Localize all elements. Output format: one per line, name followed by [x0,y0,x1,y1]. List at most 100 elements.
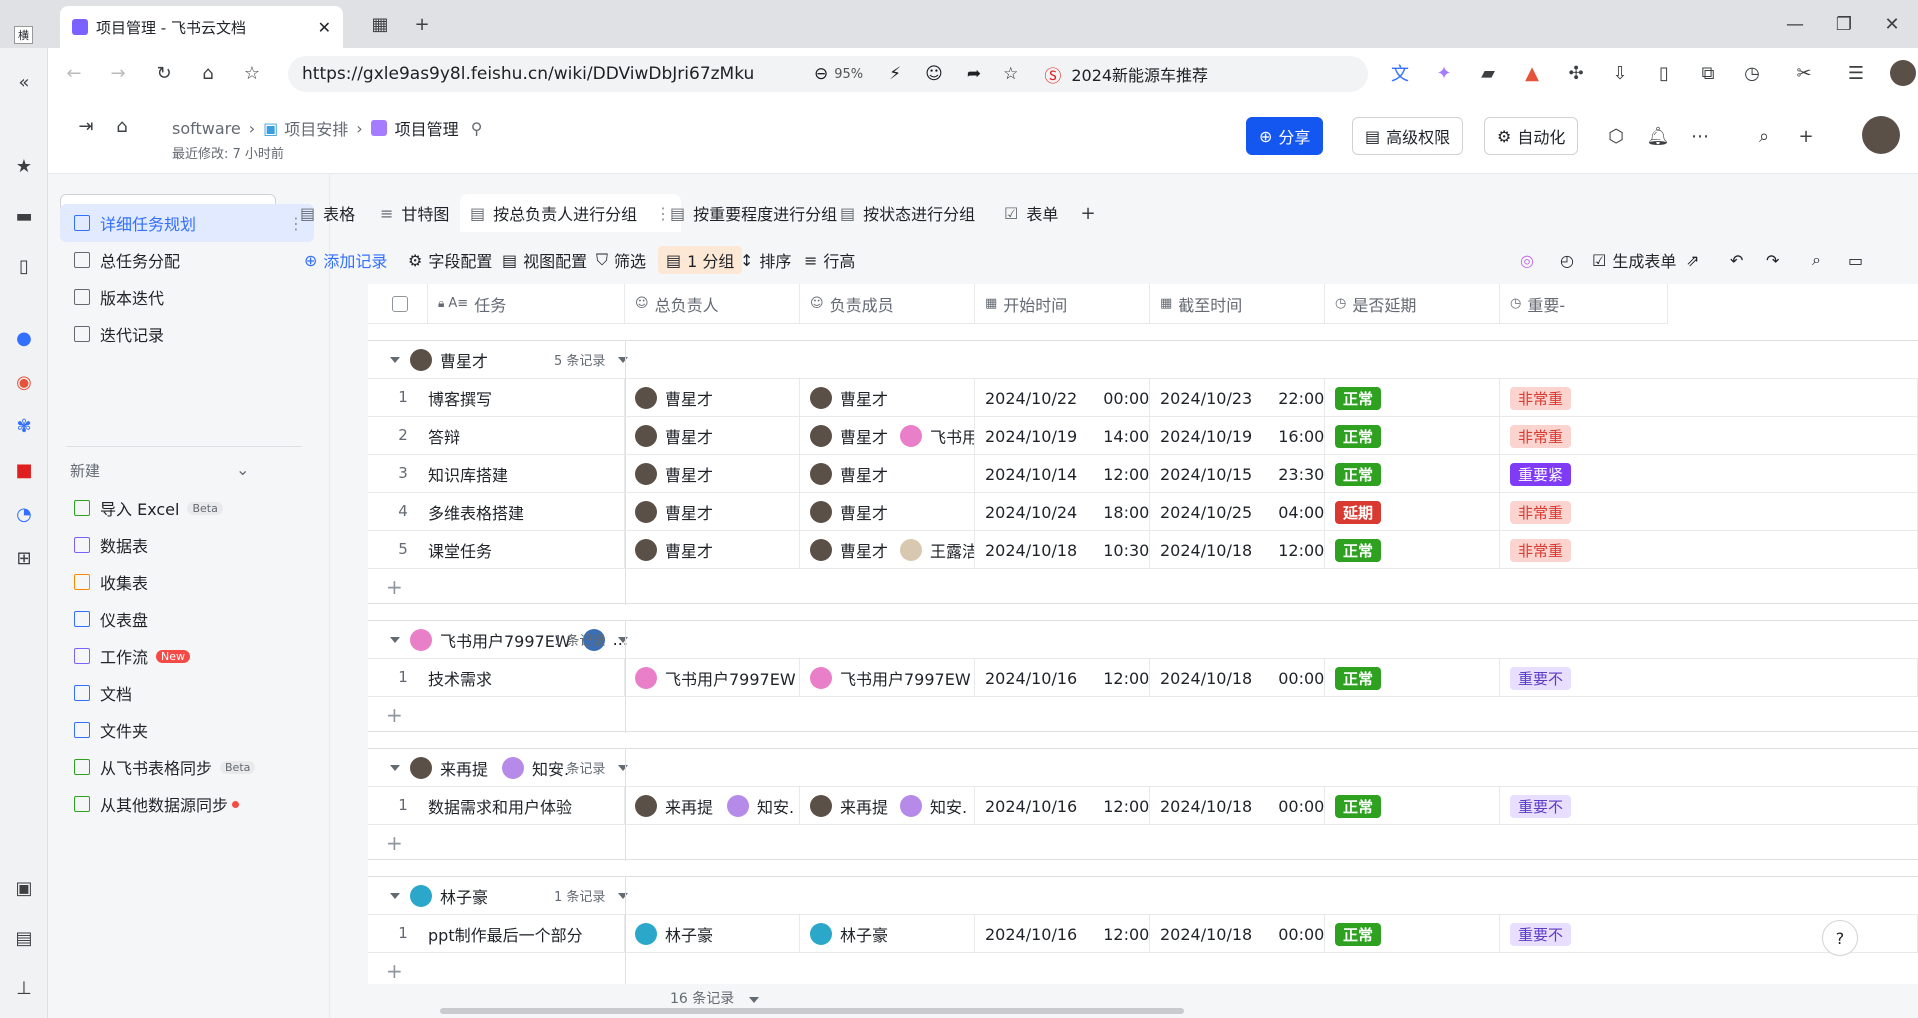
share-button[interactable]: ⊕ 分享 [1246,117,1324,155]
translate-icon[interactable]: 文 [1388,61,1412,85]
status-cell[interactable]: 正常 [1325,379,1500,417]
tab-view[interactable]: ☑ 表单 [994,194,1068,232]
find-icon[interactable]: ⌕ [1812,246,1821,274]
profile-avatar[interactable] [1890,60,1916,86]
ai-ring-icon[interactable]: ◎ [1520,246,1534,274]
owner-cell[interactable]: 飞书用户7997EW [625,659,800,697]
tab-search-icon[interactable]: ▦ [368,12,392,36]
start-time-cell[interactable]: 2024/10/19 14:00 [975,417,1150,455]
create-item[interactable]: 文档 [60,674,314,712]
reload-icon[interactable]: ↻ [152,61,176,85]
create-item[interactable]: 工作流 New [60,637,314,675]
members-cell[interactable]: 曹星才 飞书用... [800,417,975,455]
sidebar-item-table[interactable]: 总任务分配 [60,241,314,279]
pdf-icon[interactable]: ▲ [1520,61,1544,85]
column-header[interactable]: ▦ 截至时间 [1150,284,1325,324]
create-item[interactable]: 收集表 [60,563,314,601]
table-row[interactable]: 4 多维表格搭建 曹星才 曹星才 2024/10/24 18:00 2024/10/25 04… [368,493,1918,531]
crumb-software[interactable]: software [172,119,241,138]
tab-view[interactable]: ▤ 表格 [290,194,365,232]
owner-cell[interactable]: 曹星才 [625,379,800,417]
row-height-button[interactable]: ≡ 行高 [804,246,855,274]
status-cell[interactable]: 正常 [1325,659,1500,697]
column-header[interactable]: 🔒︎ A≡ 任务 [428,284,625,324]
end-time-cell[interactable]: 2024/10/18 00:00 [1150,659,1325,697]
priority-cell[interactable]: 重要紧 [1500,455,1918,493]
task-cell[interactable]: 课堂任务 [428,531,625,569]
add-row-button[interactable]: + [368,697,1918,733]
add-row-button[interactable]: + [368,825,1918,861]
outline-toggle-icon[interactable]: ⇥ [74,114,98,138]
members-cell[interactable]: 曹星才 [800,379,975,417]
bolt-icon[interactable]: ⚡ [889,64,901,84]
robot-icon[interactable]: ☺ [925,64,943,84]
column-header[interactable]: ▦ 开始时间 [975,284,1150,324]
task-cell[interactable]: 知识库搭建 [428,455,625,493]
forward-icon[interactable]: → [106,61,130,85]
owner-cell[interactable]: 来再提 知安. [625,787,800,825]
sidebar-item-table[interactable]: 版本迭代 [60,278,314,316]
search-suggestion[interactable]: 2024新能源车推荐 [1071,62,1208,86]
status-cell[interactable]: 延期 [1325,493,1500,531]
priority-cell[interactable]: 重要不 [1500,659,1918,697]
menu-icon[interactable]: ☰ [1844,61,1868,85]
phone-icon[interactable]: ▯ [1652,61,1676,85]
select-all-checkbox[interactable] [392,295,408,312]
priority-cell[interactable]: 重要不 [1500,787,1918,825]
group-menu-icon[interactable] [618,356,628,363]
task-cell[interactable]: 博客撰写 [428,379,625,417]
column-header[interactable]: ◷ 重要- [1500,284,1668,324]
status-cell[interactable]: 正常 [1325,455,1500,493]
back-icon[interactable]: ← [62,61,86,85]
color-app-icon[interactable]: ◉ [12,370,36,394]
group-header[interactable]: 曹星才 5 条记录 [368,341,1918,379]
owner-cell[interactable]: 曹星才 [625,493,800,531]
start-time-cell[interactable]: 2024/10/14 12:00 [975,455,1150,493]
create-item[interactable]: 仪表盘 [60,600,314,638]
advanced-permission-button[interactable]: ▤ 高级权限 [1352,117,1464,155]
status-cell[interactable]: 正常 [1325,417,1500,455]
task-cell[interactable]: 多维表格搭建 [428,493,625,531]
folder-icon[interactable]: ▬ [12,204,36,228]
owner-cell[interactable]: 曹星才 [625,455,800,493]
tab-view[interactable]: ≡ 甘特图 [370,194,459,232]
table-row[interactable]: 5 课堂任务 曹星才 曹星才 王露洁 2024/10/18 10:30 2024/10/18 1… [368,531,1918,569]
share-view-icon[interactable]: ⇗ [1686,246,1699,274]
restore-icon[interactable]: ❐ [1832,12,1856,36]
group-header[interactable]: 来再提 知安. 1 条记录 [368,749,1918,787]
members-cell[interactable]: 来再提 知安. [800,787,975,825]
status-cell[interactable]: 正常 [1325,531,1500,569]
priority-cell[interactable]: 非常重 [1500,493,1918,531]
group-collapse-icon[interactable] [390,356,400,363]
record-total[interactable]: 16 条记录 [670,988,769,1008]
generate-form-button[interactable]: ☑ 生成表单 [1592,246,1676,274]
start-time-cell[interactable]: 2024/10/18 10:30 [975,531,1150,569]
end-time-cell[interactable]: 2024/10/19 16:00 [1150,417,1325,455]
create-item[interactable]: 文件夹 [60,711,314,749]
bell-icon[interactable]: 🔔︎ [1646,124,1670,148]
add-record-button[interactable]: ⊕ 添加记录 [304,246,387,274]
copy-icon[interactable]: ⧉ [1696,61,1720,85]
automation-button[interactable]: ⚙ 自动化 [1484,117,1579,155]
redo-icon[interactable]: ↷ [1766,246,1779,274]
url-field[interactable]: https://gxle9as9y8l.feishu.cn/wiki/DDViw… [288,56,1368,92]
owner-cell[interactable]: 曹星才 [625,531,800,569]
status-cell[interactable]: 正常 [1325,787,1500,825]
search-icon[interactable]: ⌕ [1752,124,1776,148]
create-item[interactable]: 数据表 [60,526,314,564]
group-button[interactable]: ▤ 1 分组 [658,246,743,274]
create-item[interactable]: 从飞书表格同步 Beta [60,748,314,786]
add-row-button[interactable]: + [368,953,1918,984]
group-collapse-icon[interactable] [390,764,400,771]
help-button[interactable]: ? [1822,920,1858,956]
bookmark-icon[interactable]: ☆ [240,61,264,85]
new-tab-icon[interactable]: + [410,12,434,36]
owner-cell[interactable]: 林子豪 [625,915,800,953]
group-collapse-icon[interactable] [390,636,400,643]
members-cell[interactable]: 曹星才 王露洁 [800,531,975,569]
add-icon[interactable]: + [1794,124,1818,148]
priority-cell[interactable]: 非常重 [1500,379,1918,417]
group-collapse-icon[interactable] [390,892,400,899]
create-item[interactable]: 从其他数据源同步 [60,785,314,823]
download-icon[interactable]: ⇩ [1608,61,1632,85]
